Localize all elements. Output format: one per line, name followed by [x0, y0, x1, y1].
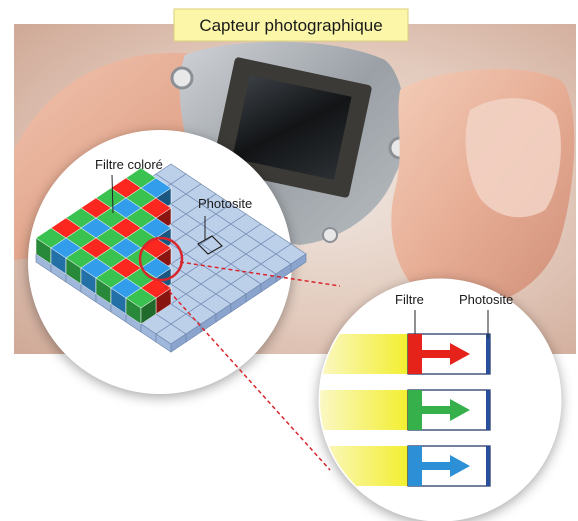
- diagram-stage: Capteur photographique Filtre coloré Pho…: [0, 0, 578, 521]
- filter-block: [408, 446, 422, 486]
- photosite-edge: [486, 446, 490, 486]
- light-beam: [320, 390, 410, 430]
- filter-block: [408, 390, 422, 430]
- label-filtre: Filtre: [395, 292, 424, 307]
- channel-row-red: [320, 333, 491, 375]
- sensor-diagram: Capteur photographique Filtre coloré Pho…: [14, 8, 576, 521]
- arrow-shaft: [420, 462, 452, 470]
- photosite-edge: [486, 390, 490, 430]
- arrow-shaft: [420, 406, 452, 414]
- label-photosite-left: Photosite: [198, 196, 252, 211]
- photosite-edge: [486, 334, 490, 374]
- arrow-shaft: [420, 350, 452, 358]
- title-text: Capteur photographique: [199, 16, 382, 35]
- filter-block: [408, 334, 422, 374]
- mount-hole-icon: [322, 227, 338, 243]
- channel-rows: [320, 333, 491, 487]
- channel-row-blue: [320, 445, 491, 487]
- channel-row-green: [320, 389, 491, 431]
- mount-hole-icon: [170, 66, 194, 90]
- label-photosite-right: Photosite: [459, 292, 513, 307]
- label-filtre-colore: Filtre coloré: [95, 157, 163, 172]
